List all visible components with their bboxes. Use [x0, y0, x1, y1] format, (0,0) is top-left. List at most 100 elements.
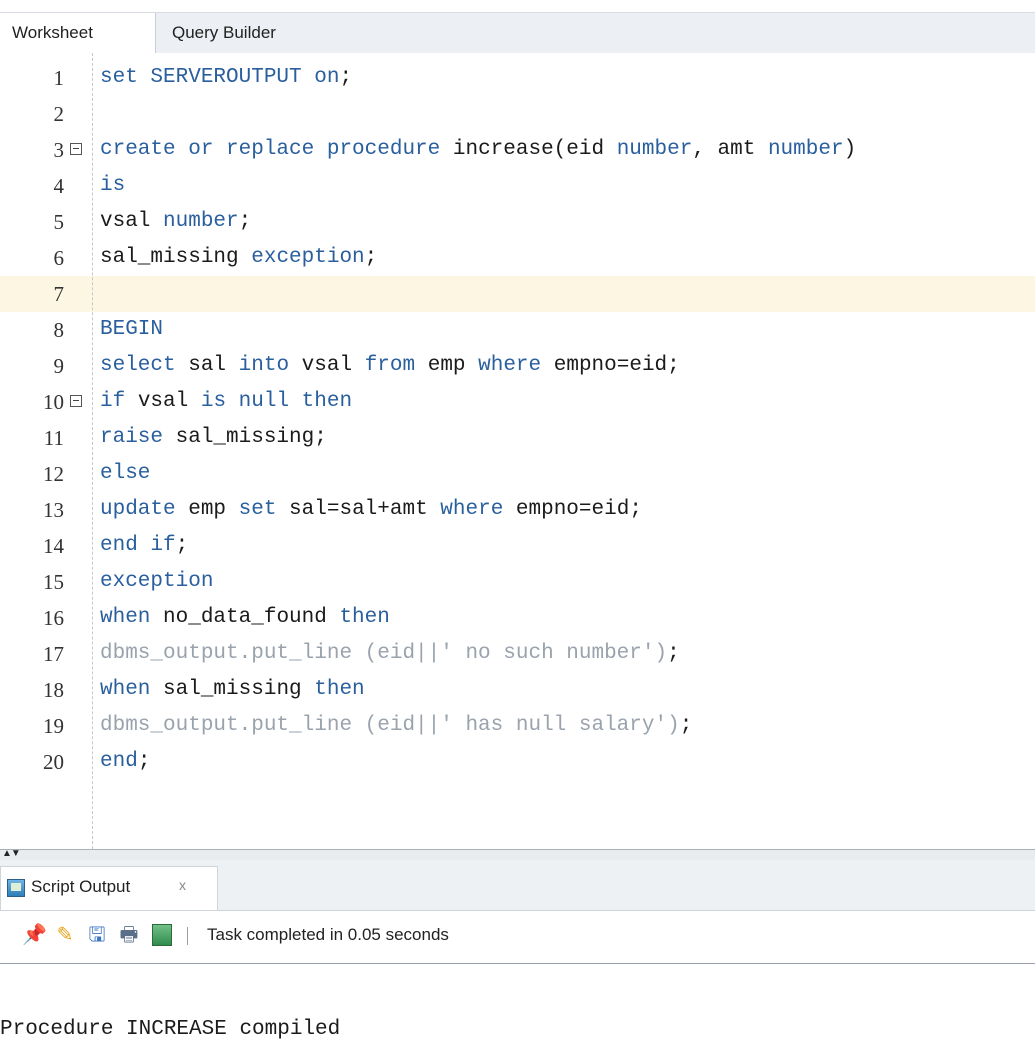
- line-number: 4: [53, 174, 65, 198]
- code-line[interactable]: 16 when no_data_found then: [0, 600, 1035, 636]
- keyword-token: end: [100, 750, 138, 773]
- line-number: 18: [43, 678, 64, 702]
- splitter-arrows-icon[interactable]: ▲▼: [2, 849, 21, 859]
- code-line[interactable]: 3 create or replace procedure increase(ei…: [0, 132, 1035, 168]
- output-tab-bar: Script Output x: [0, 860, 1035, 911]
- toolbar-separator: [187, 927, 188, 945]
- code-token: vsal: [125, 390, 201, 413]
- output-toolbar: 📌 ✎ 🖫 🖶 Task completed in 0.05 seconds: [0, 911, 1035, 964]
- line-number: 11: [43, 426, 64, 450]
- fold-collapse-icon[interactable]: [70, 395, 82, 407]
- keyword-token: exception: [100, 570, 214, 593]
- script-output-console: Procedure INCREASE compiled: [0, 964, 1035, 1042]
- keyword-token: create or replace procedure: [100, 138, 441, 161]
- code-token: , amt: [692, 138, 768, 161]
- script-icon[interactable]: [152, 924, 172, 946]
- code-token: increase(eid: [440, 138, 617, 161]
- code-token: emp: [415, 354, 479, 377]
- code-token: ;: [137, 750, 151, 773]
- code-token: emp: [175, 498, 239, 521]
- line-number: 14: [43, 534, 64, 558]
- eraser-icon[interactable]: ✎: [54, 923, 76, 947]
- close-tab-button[interactable]: x: [179, 877, 186, 893]
- save-icon[interactable]: 🖫: [86, 923, 108, 947]
- line-number: 15: [43, 570, 64, 594]
- code-line[interactable]: 8 BEGIN: [0, 312, 1035, 348]
- code-token: ;: [679, 714, 693, 737]
- code-line[interactable]: 5 vsal number;: [0, 204, 1035, 240]
- worksheet-tab-bar: Worksheet Query Builder: [0, 12, 1035, 54]
- keyword-token: if: [100, 390, 126, 413]
- code-line[interactable]: 15 exception: [0, 564, 1035, 600]
- code-line[interactable]: 17 dbms_output.put_line (eid||' no such n…: [0, 636, 1035, 672]
- line-number: 20: [43, 750, 64, 774]
- code-token: vsal: [289, 354, 365, 377]
- keyword-token: end if: [100, 534, 176, 557]
- keyword-token: number: [163, 210, 239, 233]
- code-text: sal_missing exception;: [100, 240, 377, 276]
- code-line[interactable]: 2: [0, 96, 1035, 132]
- line-number: 2: [53, 102, 65, 126]
- keyword-token: into: [238, 354, 290, 377]
- code-line[interactable]: 1 set SERVEROUTPUT on;: [0, 60, 1035, 96]
- line-number: 9: [53, 354, 65, 378]
- code-token: ;: [667, 642, 680, 665]
- builtin-call-token: dbms_output.put_line (eid||' no such num…: [100, 642, 668, 665]
- keyword-token: when: [100, 606, 151, 629]
- code-text: select sal into vsal from emp where empn…: [100, 348, 680, 384]
- code-text: BEGIN: [100, 312, 163, 348]
- tab-worksheet[interactable]: Worksheet: [0, 13, 156, 53]
- code-line[interactable]: 14 end if;: [0, 528, 1035, 564]
- keyword-token: where: [478, 354, 542, 377]
- script-output-icon: [7, 879, 25, 897]
- code-token: sal_missing: [100, 246, 252, 269]
- code-line[interactable]: 10 if vsal is null then: [0, 384, 1035, 420]
- line-number: 1: [53, 66, 65, 90]
- keyword-token: then: [339, 606, 390, 629]
- keyword-token: update: [100, 498, 176, 521]
- line-number: 10: [43, 390, 64, 414]
- code-token: ;: [339, 66, 353, 89]
- code-text: if vsal is null then: [100, 384, 352, 420]
- print-icon[interactable]: 🖶: [118, 923, 140, 947]
- line-number: 19: [43, 714, 64, 738]
- code-line[interactable]: 12 else: [0, 456, 1035, 492]
- code-line[interactable]: 18 when sal_missing then: [0, 672, 1035, 708]
- tab-query-builder[interactable]: Query Builder: [172, 13, 276, 53]
- code-line[interactable]: 9 select sal into vsal from emp where emp…: [0, 348, 1035, 384]
- code-line[interactable]: 11 raise sal_missing;: [0, 420, 1035, 456]
- builtin-call-token: dbms_output.put_line (eid||' has null sa…: [100, 714, 680, 737]
- keyword-token: number: [616, 138, 693, 161]
- code-text: dbms_output.put_line (eid||' no such num…: [100, 636, 680, 672]
- code-text: dbms_output.put_line (eid||' has null sa…: [100, 708, 692, 744]
- code-text: vsal number;: [100, 204, 251, 240]
- fold-collapse-icon[interactable]: [70, 143, 82, 155]
- code-line[interactable]: 19 dbms_output.put_line (eid||' has null …: [0, 708, 1035, 744]
- keyword-token: where: [440, 498, 504, 521]
- code-token: sal=sal+amt: [276, 498, 441, 521]
- code-editor[interactable]: 1 set SERVEROUTPUT on; 2 3 create or replace…: [0, 53, 1035, 849]
- line-number: 13: [43, 498, 64, 522]
- code-text: set SERVEROUTPUT on;: [100, 60, 352, 96]
- code-line[interactable]: 20 end;: [0, 744, 1035, 780]
- console-line: Procedure INCREASE compiled: [0, 1018, 341, 1041]
- code-line[interactable]: 6 sal_missing exception;: [0, 240, 1035, 276]
- keyword-token: exception: [251, 246, 365, 269]
- gutter-divider: [92, 53, 93, 849]
- code-text: exception: [100, 564, 213, 600]
- keyword-token: select: [100, 354, 176, 377]
- code-text: when no_data_found then: [100, 600, 390, 636]
- code-token: sal_missing: [150, 678, 315, 701]
- pin-icon[interactable]: 📌: [22, 923, 47, 947]
- code-line[interactable]: 13 update emp set sal=sal+amt where empno…: [0, 492, 1035, 528]
- code-text: else: [100, 456, 150, 492]
- code-text: end if;: [100, 528, 188, 564]
- code-line[interactable]: 7: [0, 276, 1035, 312]
- code-text: end;: [100, 744, 150, 780]
- code-line[interactable]: 4 is: [0, 168, 1035, 204]
- code-token: empno=eid;: [541, 354, 680, 377]
- keyword-token: raise: [100, 426, 164, 449]
- panel-splitter[interactable]: ▲▼: [0, 849, 1035, 860]
- tab-script-output[interactable]: Script Output x: [0, 866, 218, 910]
- code-token: ): [843, 138, 857, 161]
